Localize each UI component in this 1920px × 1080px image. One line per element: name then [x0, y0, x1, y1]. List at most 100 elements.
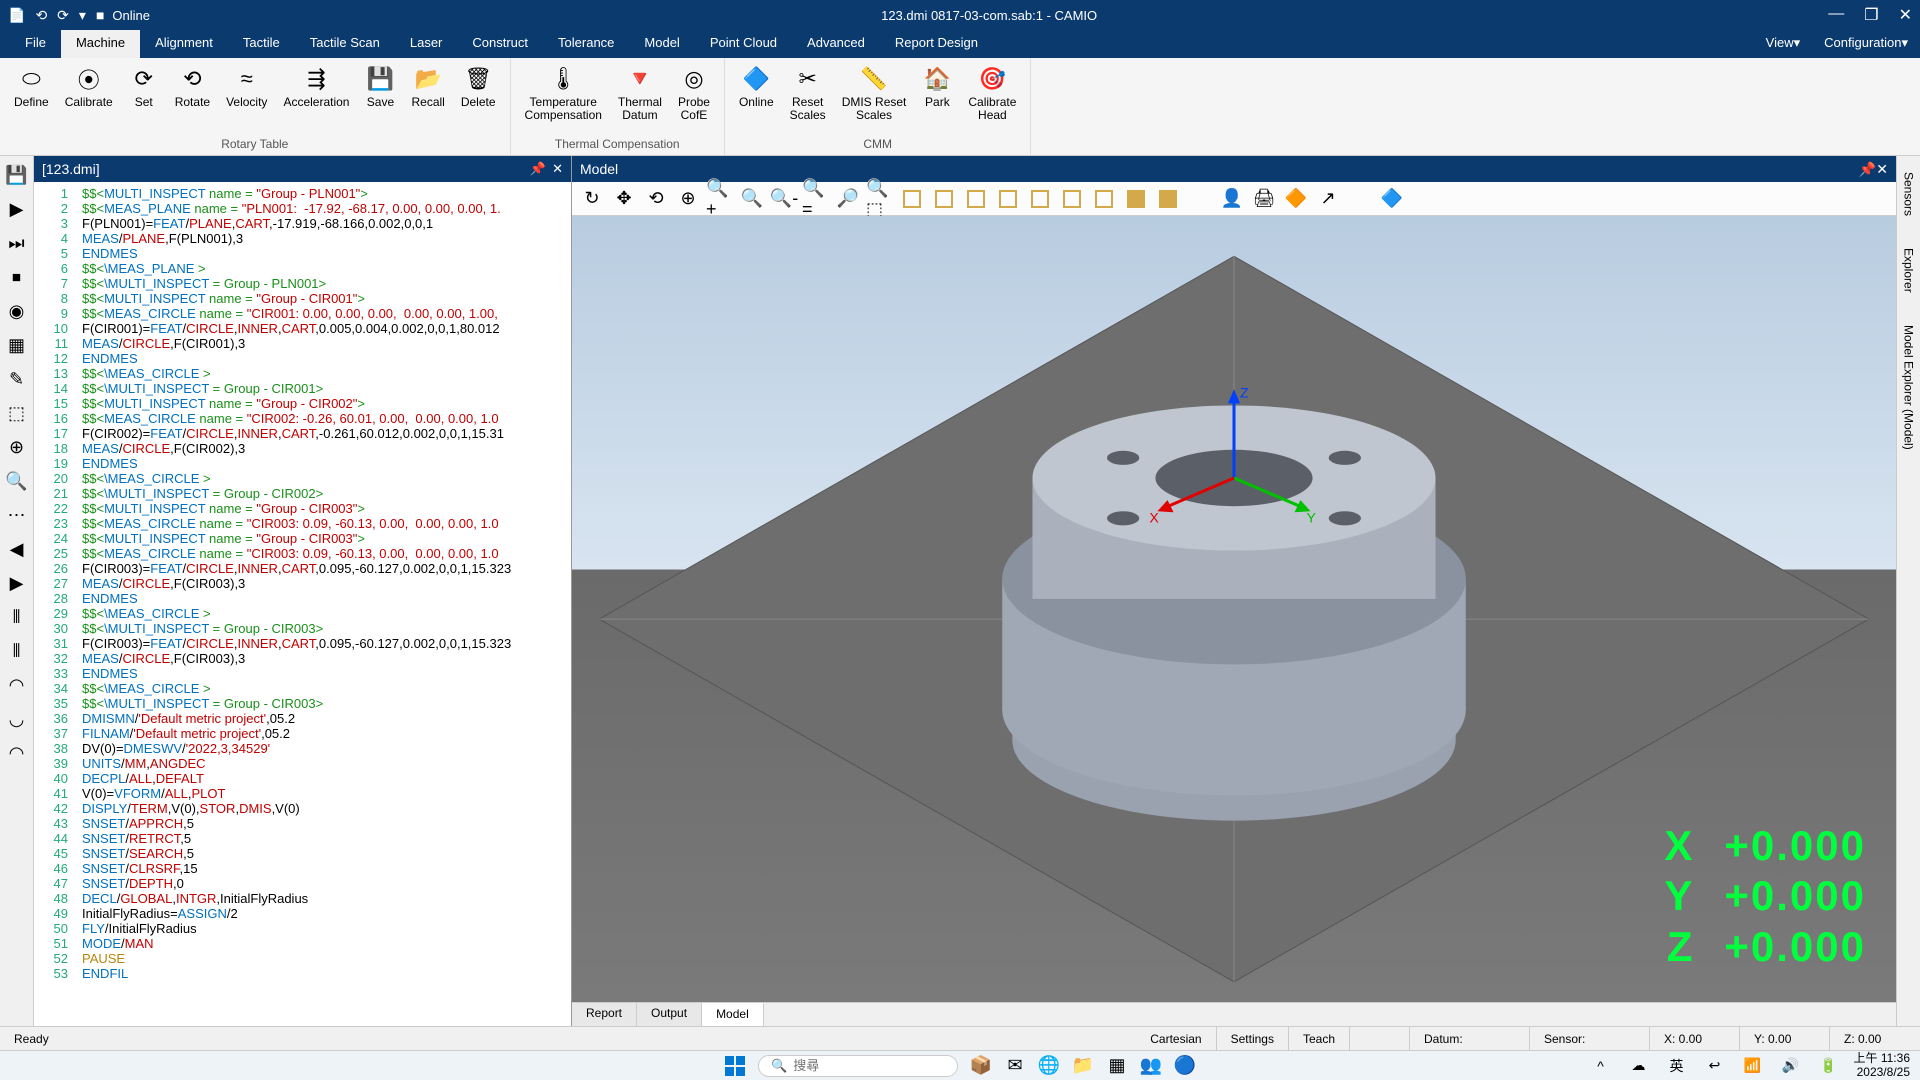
- left-tool-8[interactable]: ⊕: [4, 434, 30, 460]
- qat-icon[interactable]: ⟲: [35, 7, 47, 24]
- model-tool-3[interactable]: ⊕: [674, 185, 702, 213]
- code-line[interactable]: 6$$<\MEAS_PLANE >: [34, 261, 571, 276]
- menu-tab-file[interactable]: File: [10, 30, 61, 58]
- start-button[interactable]: [722, 1053, 748, 1079]
- qat-icon[interactable]: ■: [96, 7, 104, 23]
- code-line[interactable]: 45SNSET/SEARCH,5: [34, 846, 571, 861]
- model-tool-6[interactable]: 🔍-: [770, 185, 798, 213]
- model-tab-output[interactable]: Output: [637, 1003, 702, 1026]
- menu-tab-machine[interactable]: Machine: [61, 30, 140, 58]
- code-line[interactable]: 28ENDMES: [34, 591, 571, 606]
- code-line[interactable]: 7$$<\MULTI_INSPECT = Group - PLN001>: [34, 276, 571, 291]
- model-tool-4[interactable]: 🔍+: [706, 185, 734, 213]
- code-line[interactable]: 44SNSET/RETRCT,5: [34, 831, 571, 846]
- left-tool-6[interactable]: ✎: [4, 366, 30, 392]
- tray-icon-1[interactable]: 🔊: [1778, 1053, 1804, 1079]
- tray-icon-0[interactable]: 🔋: [1816, 1053, 1842, 1079]
- code-line[interactable]: 29$$<\MEAS_CIRCLE >: [34, 606, 571, 621]
- left-tool-0[interactable]: 💾: [4, 162, 30, 188]
- left-tool-14[interactable]: ⫴: [4, 638, 30, 664]
- left-tool-4[interactable]: ◉: [4, 298, 30, 324]
- ribbon-delete-button[interactable]: 🗑Delete: [455, 62, 502, 135]
- code-line[interactable]: 51MODE/MAN: [34, 936, 571, 951]
- code-line[interactable]: 38DV(0)=DMESWV/'2022,3,34529': [34, 741, 571, 756]
- qat-icon[interactable]: ⟳: [57, 7, 69, 24]
- code-line[interactable]: 21$$<\MULTI_INSPECT = Group - CIR002>: [34, 486, 571, 501]
- model-tool-14[interactable]: [1026, 185, 1054, 213]
- ribbon-park-button[interactable]: 🏠Park: [916, 62, 958, 135]
- ribbon-calibrate-button[interactable]: 🎯Calibrate Head: [962, 62, 1022, 135]
- menu-tab-report-design[interactable]: Report Design: [880, 30, 993, 58]
- code-line[interactable]: 50FLY/InitialFlyRadius: [34, 921, 571, 936]
- close-button[interactable]: ✕: [1899, 5, 1912, 25]
- model-tool-19[interactable]: [1186, 185, 1214, 213]
- model-tool-25[interactable]: 🔷: [1378, 185, 1406, 213]
- model-tool-23[interactable]: ↗: [1314, 185, 1342, 213]
- model-tool-12[interactable]: [962, 185, 990, 213]
- left-tool-3[interactable]: ⏹: [4, 264, 30, 290]
- close-icon[interactable]: ✕: [552, 161, 563, 177]
- left-tool-7[interactable]: ⬚: [4, 400, 30, 426]
- menu-tab-tolerance[interactable]: Tolerance: [543, 30, 629, 58]
- code-line[interactable]: 37FILNAM/'Default metric project',05.2: [34, 726, 571, 741]
- tray-icon-3[interactable]: ↩: [1702, 1053, 1728, 1079]
- code-line[interactable]: 19ENDMES: [34, 456, 571, 471]
- taskbar-search[interactable]: 🔍: [758, 1055, 958, 1077]
- menu-tab-point-cloud[interactable]: Point Cloud: [695, 30, 792, 58]
- code-line[interactable]: 23$$<MEAS_CIRCLE name = "CIR003: 0.09, -…: [34, 516, 571, 531]
- code-line[interactable]: 34$$<\MEAS_CIRCLE >: [34, 681, 571, 696]
- code-editor[interactable]: 1$$<MULTI_INSPECT name = "Group - PLN001…: [34, 182, 571, 1026]
- side-tab-sensors[interactable]: Sensors: [1900, 166, 1918, 222]
- model-tool-7[interactable]: 🔍=: [802, 185, 830, 213]
- code-line[interactable]: 41V(0)=VFORM/ALL,PLOT: [34, 786, 571, 801]
- code-line[interactable]: 27MEAS/CIRCLE,F(CIR003),3: [34, 576, 571, 591]
- menu-tab-model[interactable]: Model: [629, 30, 694, 58]
- model-tool-10[interactable]: [898, 185, 926, 213]
- menu-tab-advanced[interactable]: Advanced: [792, 30, 880, 58]
- tray-icon-2[interactable]: 📶: [1740, 1053, 1766, 1079]
- model-tool-13[interactable]: [994, 185, 1022, 213]
- code-line[interactable]: 53ENDFIL: [34, 966, 571, 981]
- code-line[interactable]: 26F(CIR003)=FEAT/CIRCLE,INNER,CART,0.095…: [34, 561, 571, 576]
- code-line[interactable]: 9$$<MEAS_CIRCLE name = "CIR001: 0.00, 0.…: [34, 306, 571, 321]
- model-tool-20[interactable]: 👤: [1218, 185, 1246, 213]
- left-tool-16[interactable]: ◡: [4, 706, 30, 732]
- code-line[interactable]: 46SNSET/CLRSRF,15: [34, 861, 571, 876]
- code-line[interactable]: 30$$<\MULTI_INSPECT = Group - CIR003>: [34, 621, 571, 636]
- code-line[interactable]: 15$$<MULTI_INSPECT name = "Group - CIR00…: [34, 396, 571, 411]
- code-line[interactable]: 40DECPL/ALL,DEFALT: [34, 771, 571, 786]
- status-cartesian[interactable]: Cartesian: [1136, 1027, 1216, 1050]
- code-line[interactable]: 42DISPLY/TERM,V(0),STOR,DMIS,V(0): [34, 801, 571, 816]
- model-tab-model[interactable]: Model: [702, 1003, 764, 1026]
- model-tool-17[interactable]: [1122, 185, 1150, 213]
- code-line[interactable]: 47SNSET/DEPTH,0: [34, 876, 571, 891]
- ribbon-define-button[interactable]: ⬭Define: [8, 62, 55, 135]
- model-tool-2[interactable]: ⟲: [642, 185, 670, 213]
- menu-right-configuration▾[interactable]: Configuration▾: [1812, 30, 1920, 58]
- code-line[interactable]: 39UNITS/MM,ANGDEC: [34, 756, 571, 771]
- left-tool-1[interactable]: ▶: [4, 196, 30, 222]
- code-line[interactable]: 31F(CIR003)=FEAT/CIRCLE,INNER,CART,0.095…: [34, 636, 571, 651]
- ribbon-acceleration-button[interactable]: ⇶Acceleration: [277, 62, 355, 135]
- model-tab-report[interactable]: Report: [572, 1003, 637, 1026]
- minimize-button[interactable]: —: [1828, 5, 1844, 25]
- menu-tab-alignment[interactable]: Alignment: [140, 30, 228, 58]
- code-line[interactable]: 17F(CIR002)=FEAT/CIRCLE,INNER,CART,-0.26…: [34, 426, 571, 441]
- pin-icon[interactable]: 📌: [1859, 161, 1876, 178]
- left-tool-5[interactable]: ▦: [4, 332, 30, 358]
- menu-right-view▾[interactable]: View▾: [1754, 30, 1812, 58]
- code-line[interactable]: 20$$<\MEAS_CIRCLE >: [34, 471, 571, 486]
- code-line[interactable]: 1$$<MULTI_INSPECT name = "Group - PLN001…: [34, 186, 571, 201]
- model-tool-18[interactable]: [1154, 185, 1182, 213]
- code-line[interactable]: 2$$<MEAS_PLANE name = "PLN001: -17.92, -…: [34, 201, 571, 216]
- search-input[interactable]: [793, 1058, 893, 1073]
- taskbar-app-3[interactable]: 📁: [1070, 1053, 1096, 1079]
- taskbar-app-0[interactable]: 📦: [968, 1053, 994, 1079]
- tray-icon-5[interactable]: ☁: [1626, 1053, 1652, 1079]
- model-tool-8[interactable]: 🔎: [834, 185, 862, 213]
- pin-icon[interactable]: 📌: [530, 161, 546, 177]
- code-line[interactable]: 16$$<MEAS_CIRCLE name = "CIR002: -0.26, …: [34, 411, 571, 426]
- code-line[interactable]: 3F(PLN001)=FEAT/PLANE,CART,-17.919,-68.1…: [34, 216, 571, 231]
- ribbon-save-button[interactable]: 💾Save: [359, 62, 401, 135]
- ribbon-dmis-reset-button[interactable]: 📏DMIS Reset Scales: [836, 62, 913, 135]
